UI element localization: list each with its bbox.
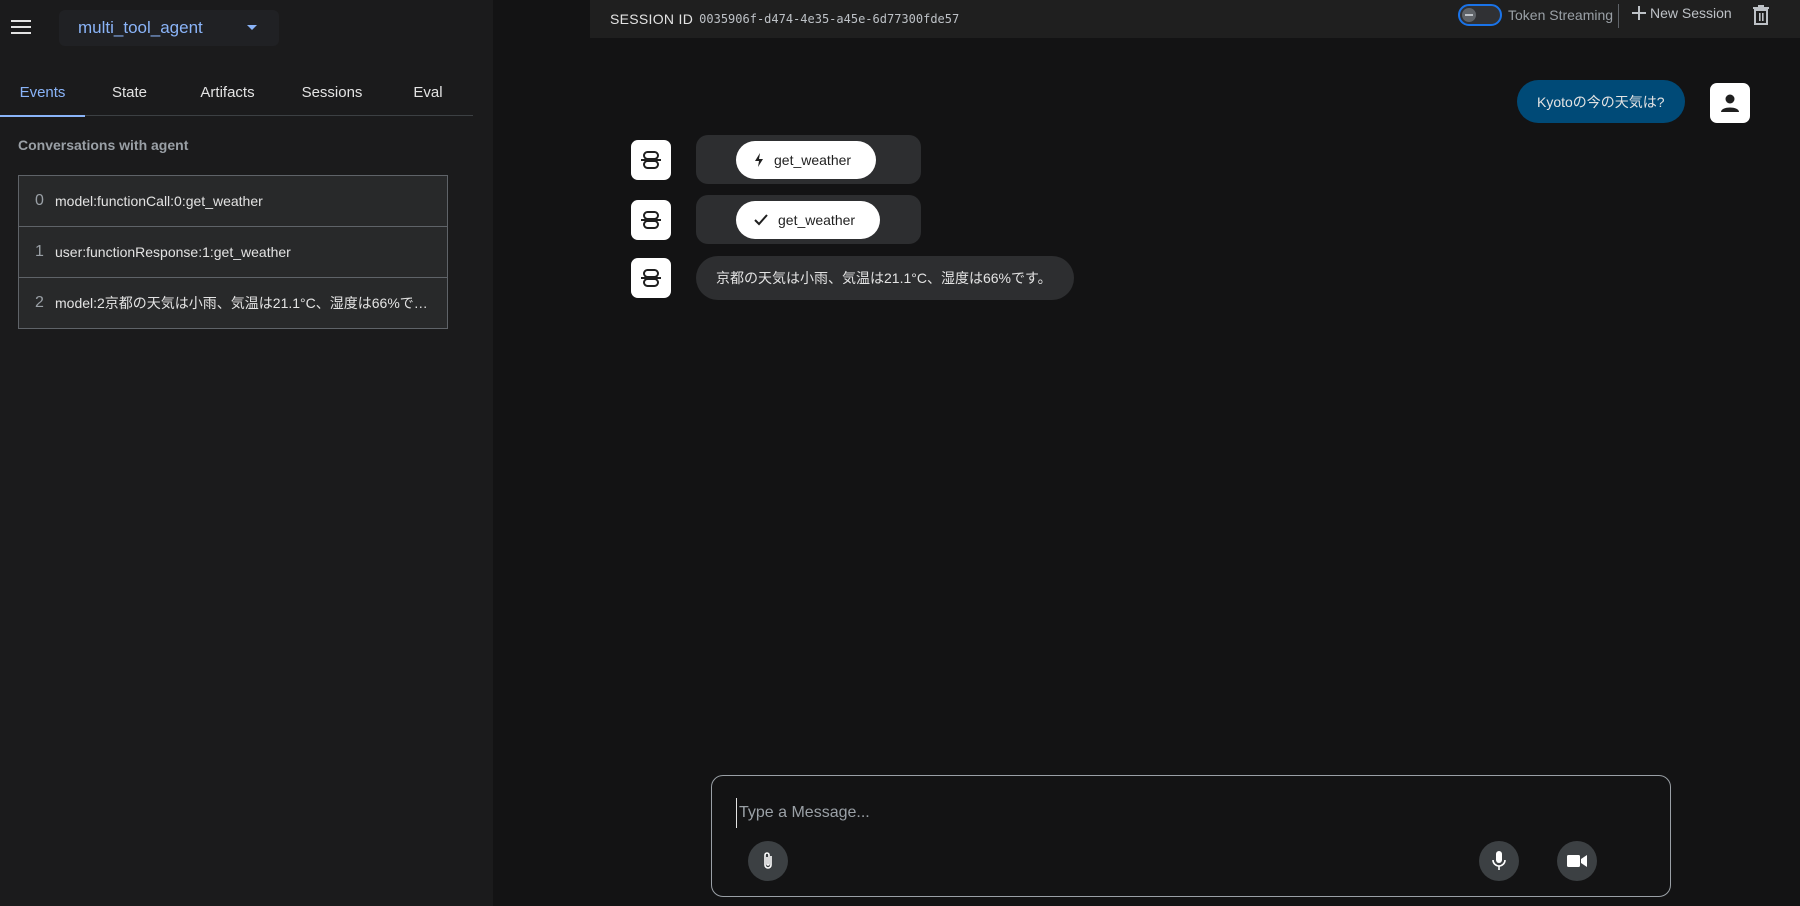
function-response-message: get_weather (696, 195, 921, 244)
tab-artifacts-label: Artifacts (200, 83, 255, 101)
user-avatar-icon (1710, 83, 1750, 123)
session-bar: SESSION ID 0035906f-d474-4e35-a45e-6d773… (590, 0, 1800, 38)
bot-message-text: 京都の天気は小雨、気温は21.1°C、湿度は66%です。 (716, 270, 1052, 286)
video-camera-icon (1567, 855, 1587, 867)
tab-events[interactable]: Events (0, 68, 85, 117)
microphone-button[interactable] (1479, 841, 1519, 881)
bot-avatar-icon (631, 200, 671, 240)
bot-avatar-icon (631, 140, 671, 180)
session-id-value: 0035906f-d474-4e35-a45e-6d77300fde57 (699, 12, 960, 26)
tab-state-label: State (111, 83, 148, 101)
event-index: 0 (35, 192, 44, 209)
dropdown-caret-icon (247, 25, 257, 30)
sidebar: multi_tool_agent Events State Artifacts … (0, 0, 493, 906)
menu-icon[interactable] (8, 14, 34, 40)
bot-message-bubble: 京都の天気は小雨、気温は21.1°C、湿度は66%です。 (696, 256, 1074, 300)
new-session-label: New Session (1650, 5, 1732, 21)
event-index: 2 (35, 294, 44, 311)
message-input[interactable] (736, 798, 1636, 828)
tab-events-label: Events (19, 83, 66, 101)
event-list: 0 model:functionCall:0:get_weather 1 use… (18, 175, 448, 329)
app-selector[interactable]: multi_tool_agent (59, 10, 279, 46)
function-call-name: get_weather (774, 152, 852, 168)
event-index: 1 (35, 243, 44, 260)
event-item[interactable]: 2 model:2京都の天気は小雨、気温は21.1°C、湿度は66%です。 (18, 277, 448, 329)
function-call-message: get_weather (696, 135, 921, 184)
sidebar-tabs: Events State Artifacts Sessions Eval (0, 68, 473, 117)
session-id-label: SESSION ID (610, 11, 694, 27)
check-icon (754, 214, 768, 226)
toggle-knob (1462, 8, 1476, 22)
event-title: user:functionResponse:1:get_weather (55, 244, 291, 260)
event-item[interactable]: 0 model:functionCall:0:get_weather (18, 175, 448, 227)
tab-state[interactable]: State (85, 68, 174, 116)
tab-sessions[interactable]: Sessions (281, 68, 383, 116)
tab-eval[interactable]: Eval (383, 68, 473, 116)
function-call-chip[interactable]: get_weather (736, 141, 877, 179)
plus-icon (1632, 6, 1646, 20)
event-item[interactable]: 1 user:functionResponse:1:get_weather (18, 226, 448, 278)
user-message-bubble: Kyotoの今の天気は? (1517, 80, 1685, 123)
token-streaming-label: Token Streaming (1508, 7, 1614, 23)
user-message-text: Kyotoの今の天気は? (1537, 93, 1665, 110)
video-button[interactable] (1557, 841, 1597, 881)
message-composer (711, 775, 1671, 897)
paperclip-icon (764, 852, 772, 869)
microphone-icon (1492, 851, 1506, 870)
bot-avatar-icon (631, 258, 671, 298)
conversations-heading: Conversations with agent (18, 137, 189, 153)
topbar-divider (1618, 4, 1619, 28)
token-streaming-toggle[interactable] (1458, 4, 1502, 26)
function-response-name: get_weather (778, 212, 856, 228)
attach-button[interactable] (748, 841, 788, 881)
tab-artifacts[interactable]: Artifacts (174, 68, 281, 116)
delete-session-icon[interactable] (1752, 5, 1770, 30)
tab-eval-label: Eval (413, 83, 443, 101)
tab-sessions-label: Sessions (301, 83, 363, 101)
bolt-icon (755, 153, 763, 167)
new-session-button[interactable]: New Session (1632, 5, 1732, 21)
function-response-chip[interactable]: get_weather (736, 201, 881, 239)
event-title: model:functionCall:0:get_weather (55, 193, 263, 209)
event-title: model:2京都の天気は小雨、気温は21.1°C、湿度は66%です。 (55, 295, 435, 311)
app-selector-value: multi_tool_agent (78, 18, 203, 37)
